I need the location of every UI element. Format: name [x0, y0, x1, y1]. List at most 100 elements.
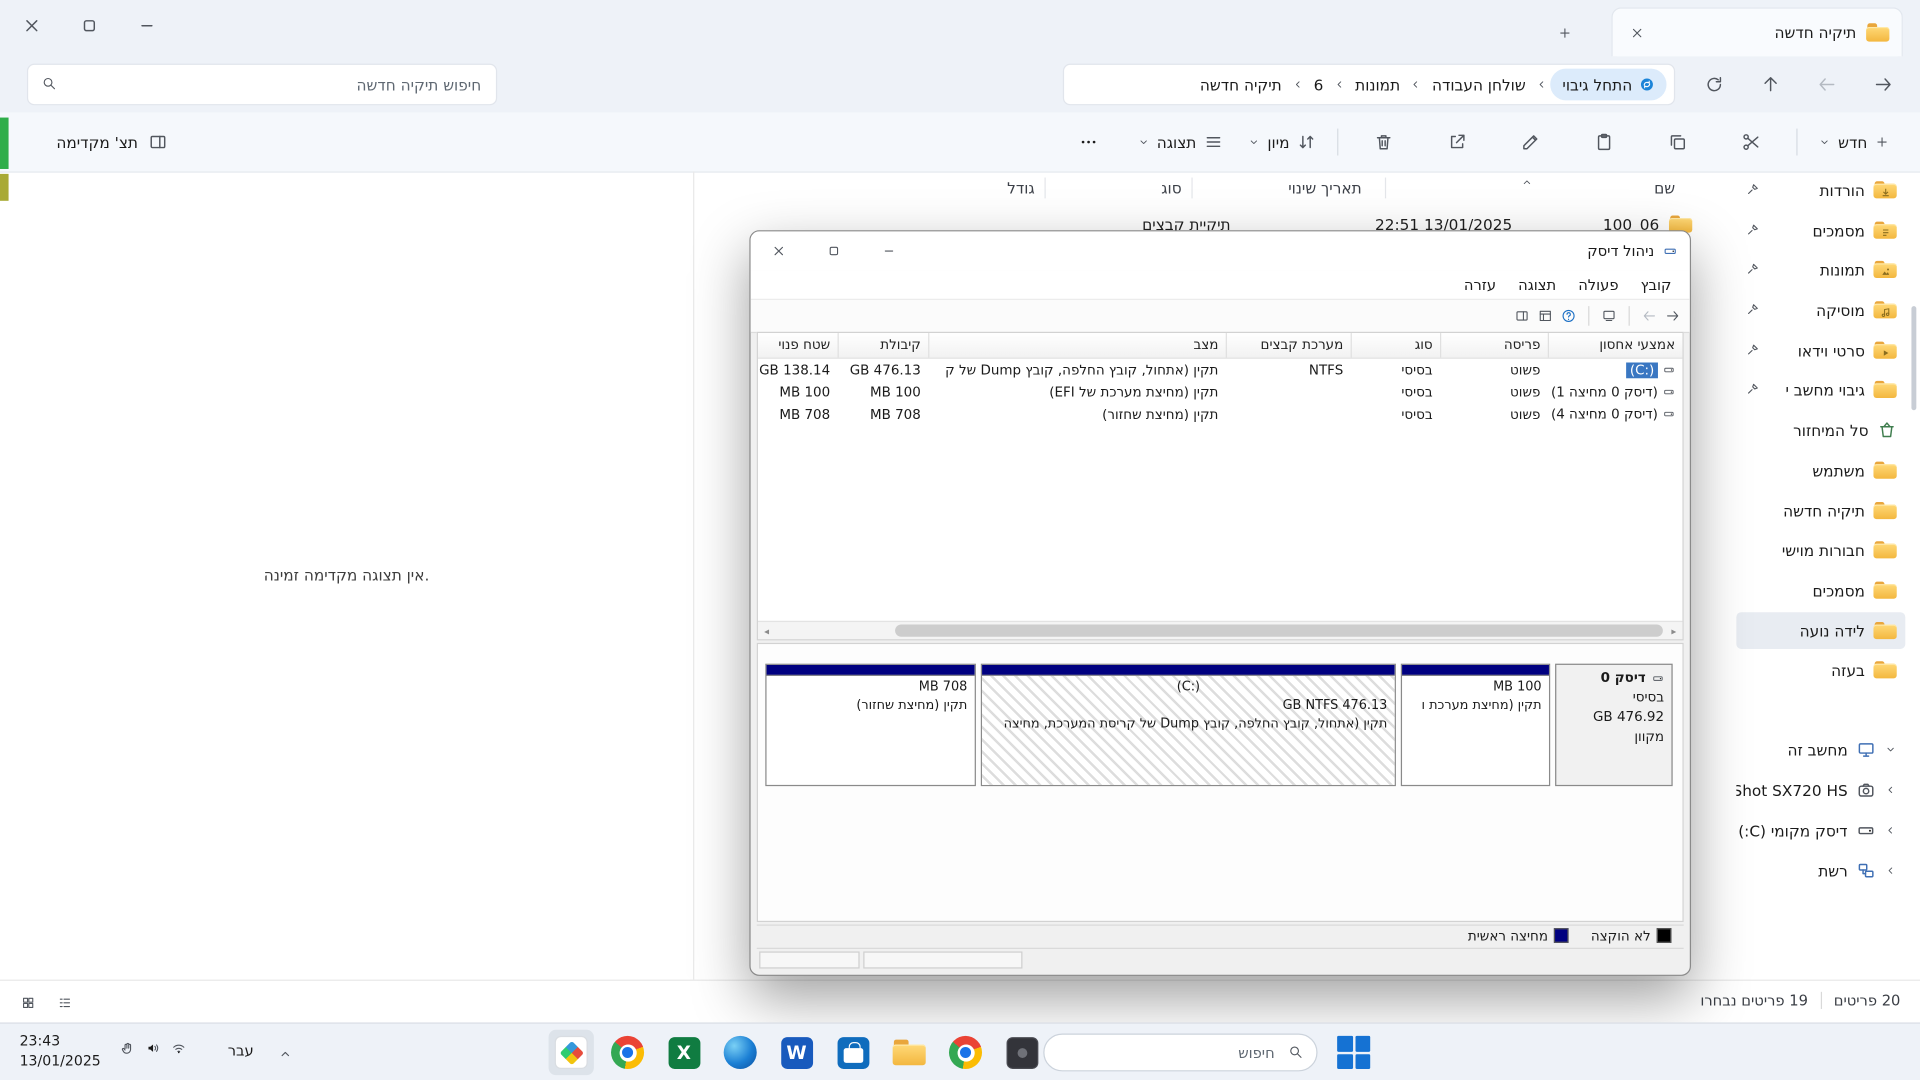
copy-button[interactable]: [1642, 122, 1713, 161]
close-window-button[interactable]: [2, 2, 60, 49]
menu-view[interactable]: תצוגה: [1507, 274, 1567, 296]
col-layout[interactable]: פריסה: [1440, 333, 1548, 357]
column-header-type[interactable]: סוג: [1161, 179, 1181, 197]
refresh-button[interactable]: [1695, 65, 1734, 104]
sidebar-item-recycle-bin[interactable]: סל המיחזור: [1736, 411, 1905, 448]
breadcrumb-bar[interactable]: התחל גיבוי שולחן העבודה תמונות 6 תיקיה ח…: [1063, 64, 1675, 106]
details-view-button[interactable]: [51, 991, 78, 1015]
breadcrumb-6[interactable]: 6: [1306, 75, 1330, 93]
sidebar-item-user[interactable]: משתמש: [1736, 452, 1905, 489]
column-header-size[interactable]: גודל: [1007, 179, 1035, 197]
language-indicator[interactable]: עבר: [228, 1042, 254, 1059]
more-options-button[interactable]: [1053, 122, 1124, 161]
sidebar-item-downloads[interactable]: הורדות: [1736, 171, 1905, 208]
table-view-icon[interactable]: [1538, 309, 1553, 324]
maximize-window-button[interactable]: [60, 2, 118, 49]
volume-icon[interactable]: [146, 1041, 161, 1056]
start-button[interactable]: [1337, 1036, 1370, 1069]
col-capacity[interactable]: קיבולת: [838, 333, 929, 357]
taskbar-search-input[interactable]: [1044, 1035, 1316, 1071]
scroll-right-arrow[interactable]: ▸: [1665, 623, 1682, 638]
tray-overflow-chevron[interactable]: [278, 1043, 293, 1066]
help-icon[interactable]: [1561, 309, 1576, 324]
partition-recovery[interactable]: MB 708 תקין (מחיצת שחזור): [765, 664, 976, 786]
preview-pane-divider[interactable]: [693, 171, 694, 979]
taskbar-search-box[interactable]: [1043, 1033, 1317, 1071]
photos-app-icon[interactable]: [549, 1030, 594, 1075]
breadcrumb-desktop[interactable]: שולחן העבודה: [1425, 75, 1533, 93]
volume-row-recovery[interactable]: (דיסק 0 מחיצה 4) פשוט בסיסי תקין (מחיצת …: [758, 403, 1682, 425]
partition-c[interactable]: (C:) GB NTFS 476.13 תקין (אתחול, קובץ הח…: [981, 664, 1396, 786]
forward-button[interactable]: [1807, 65, 1846, 104]
minimize-window-button[interactable]: [118, 2, 176, 49]
forward-icon[interactable]: [1642, 309, 1657, 324]
sidebar-item-music[interactable]: מוסיקה: [1736, 291, 1905, 328]
sidebar-item-backup[interactable]: גיבוי מחשב י: [1736, 371, 1905, 408]
microsoft-store-icon[interactable]: [830, 1030, 875, 1075]
menu-help[interactable]: עזרה: [1453, 274, 1507, 296]
view-button[interactable]: תצוגה: [1126, 122, 1234, 161]
scroll-left-arrow[interactable]: ◂: [758, 623, 775, 638]
new-tab-button[interactable]: [1550, 18, 1579, 47]
preview-pane-button[interactable]: תצ' מקדימה: [44, 122, 180, 161]
column-header-date[interactable]: תאריך שינוי: [1288, 179, 1361, 197]
sidebar-item-pictures[interactable]: תמונות: [1736, 251, 1905, 288]
menu-file[interactable]: קובץ: [1630, 274, 1683, 296]
delete-button[interactable]: [1348, 122, 1419, 161]
edge-icon[interactable]: [718, 1030, 763, 1075]
col-type[interactable]: סוג: [1351, 333, 1440, 357]
maximize-window-button[interactable]: [806, 231, 861, 270]
file-explorer-icon[interactable]: [887, 1030, 932, 1075]
new-button[interactable]: חדש: [1808, 122, 1901, 161]
sidebar-scrollbar[interactable]: [1911, 306, 1916, 410]
dark-app-icon[interactable]: [999, 1030, 1044, 1075]
horizontal-scrollbar[interactable]: ◂ ▸: [758, 621, 1682, 639]
chrome-icon[interactable]: [605, 1030, 650, 1075]
taskbar-clock[interactable]: 23:43 13/01/2025: [20, 1031, 101, 1070]
up-button[interactable]: [1751, 65, 1790, 104]
search-input[interactable]: [28, 65, 496, 104]
sidebar-item-videos[interactable]: סרטי וידאו: [1736, 332, 1905, 369]
sort-button[interactable]: מיון: [1237, 122, 1328, 161]
share-button[interactable]: [1422, 122, 1493, 161]
sidebar-item-selected[interactable]: לידה נועה: [1736, 612, 1905, 649]
sidebar-item-documents-2[interactable]: מסמכים: [1736, 572, 1905, 609]
onedrive-backup-button[interactable]: התחל גיבוי: [1550, 69, 1666, 101]
wifi-icon[interactable]: [171, 1041, 186, 1056]
tab-close-icon[interactable]: [1625, 20, 1649, 44]
back-button[interactable]: [1864, 65, 1903, 104]
rename-button[interactable]: [1495, 122, 1566, 161]
col-filesystem[interactable]: מערכת קבצים: [1226, 333, 1351, 357]
volume-row-c[interactable]: (C:) פשוט בסיסי NTFS תקין (אתחול, קובץ ה…: [758, 359, 1682, 381]
cut-button[interactable]: [1716, 122, 1787, 161]
chrome-icon-2[interactable]: [943, 1030, 988, 1075]
breadcrumb-current[interactable]: תיקיה חדשה: [1193, 75, 1290, 93]
explorer-tab[interactable]: תיקיה חדשה: [1611, 7, 1902, 56]
sidebar-item-12[interactable]: בעזה: [1736, 651, 1905, 688]
explorer-search-box[interactable]: [27, 64, 497, 106]
disk-0-header[interactable]: דיסק 0 בסיסי GB 476.92 מקוון: [1555, 664, 1673, 786]
breadcrumb-pictures[interactable]: תמונות: [1348, 75, 1408, 93]
column-header-name[interactable]: שם: [1654, 179, 1675, 197]
col-freespace[interactable]: שטח פנוי: [757, 333, 838, 357]
excel-icon[interactable]: X: [661, 1030, 706, 1075]
paste-button[interactable]: [1569, 122, 1640, 161]
volume-row-efi[interactable]: (דיסק 0 מחיצה 1) פשוט בסיסי תקין (מחיצת …: [758, 381, 1682, 403]
sidebar-item-9[interactable]: חבורות מוישי: [1736, 531, 1905, 568]
col-status[interactable]: מצב: [928, 333, 1226, 357]
sidebar-item-this-pc[interactable]: מחשב זה: [1736, 731, 1905, 768]
sidebar-item-documents[interactable]: מסמכים: [1736, 212, 1905, 249]
large-icons-view-button[interactable]: [15, 991, 42, 1015]
sidebar-item-local-disk[interactable]: דיסק מקומי (C:): [1736, 812, 1905, 849]
sidebar-item-new-folder[interactable]: תיקיה חדשה: [1736, 492, 1905, 529]
word-icon[interactable]: W: [774, 1030, 819, 1075]
col-volume[interactable]: אמצעי אחסון: [1548, 333, 1683, 357]
partition-efi[interactable]: MB 100 תקין (מחיצת מערכת ו: [1401, 664, 1550, 786]
close-window-button[interactable]: [751, 231, 806, 270]
touch-icon[interactable]: [120, 1041, 135, 1056]
sidebar-item-camera-device[interactable]: Shot SX720 HS: [1736, 771, 1905, 808]
console-icon[interactable]: [1602, 309, 1617, 324]
scrollbar-thumb[interactable]: [895, 624, 1663, 636]
back-icon[interactable]: [1665, 309, 1680, 324]
minimize-window-button[interactable]: [861, 231, 916, 270]
